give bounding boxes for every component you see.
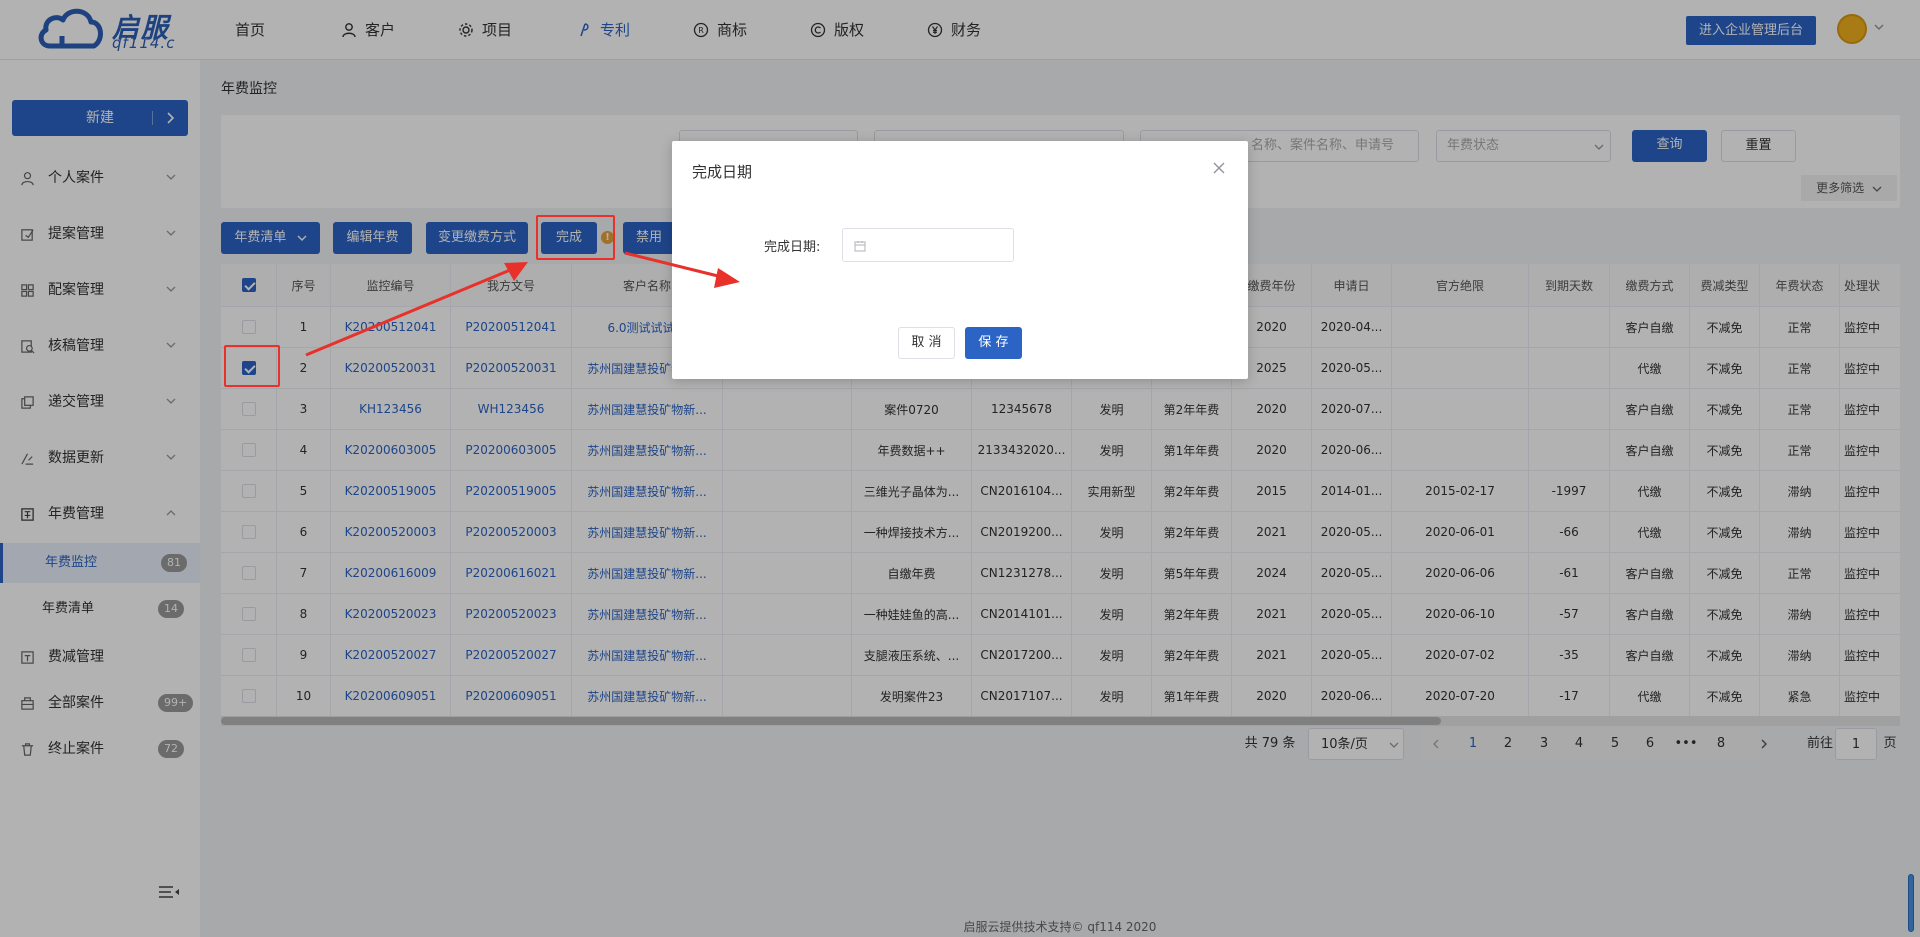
cancel-button[interactable]: 取 消 [898, 327, 955, 359]
calendar-icon [854, 241, 866, 252]
complete-date-dialog: 完成日期 完成日期: 取 消 保 存 [672, 141, 1248, 379]
highlight-complete-box [536, 215, 615, 260]
highlight-checkbox-box [224, 345, 280, 387]
close-icon[interactable] [1212, 161, 1226, 175]
dialog-title: 完成日期 [692, 163, 753, 181]
complete-date-picker[interactable] [842, 228, 1014, 262]
save-button[interactable]: 保 存 [965, 327, 1022, 359]
complete-date-label: 完成日期: [764, 240, 821, 255]
